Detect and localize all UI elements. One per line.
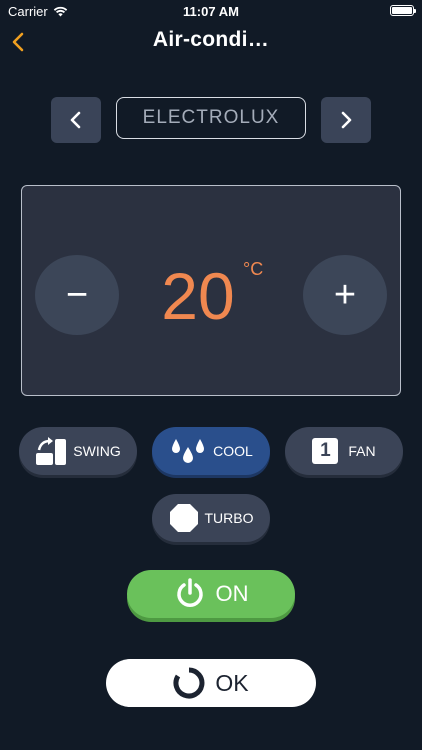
- swing-icon: [36, 437, 67, 465]
- fan-mode-button[interactable]: 1 FAN: [285, 427, 403, 475]
- temperature-unit: °C: [243, 259, 264, 279]
- turbo-mode-button[interactable]: TURBO: [152, 494, 270, 542]
- brand-prev-button[interactable]: [51, 97, 101, 143]
- status-time: 11:07 AM: [183, 4, 239, 19]
- water-drops-icon: [172, 439, 205, 463]
- temperature-panel: − 20 °C +: [21, 185, 401, 396]
- brand-next-button[interactable]: [321, 97, 371, 143]
- chevron-left-icon: [70, 111, 81, 129]
- ok-button[interactable]: OK: [106, 659, 316, 707]
- fan-label: FAN: [348, 443, 376, 459]
- octagon-icon: [169, 504, 198, 532]
- brand-name-display: ELECTROLUX: [116, 97, 306, 139]
- battery-icon: [390, 5, 416, 16]
- power-label: ON: [215, 581, 249, 606]
- swing-label: SWING: [73, 443, 121, 459]
- power-button[interactable]: ON: [127, 570, 295, 618]
- power-icon: [176, 578, 203, 607]
- fan-speed-icon: 1: [312, 438, 339, 464]
- status-bar: Carrier 11:07 AM: [0, 0, 422, 22]
- ring-icon: [173, 667, 205, 699]
- cool-label: COOL: [213, 443, 253, 459]
- turbo-label: TURBO: [204, 510, 254, 526]
- ok-label: OK: [215, 669, 249, 696]
- temperature-decrease-button[interactable]: −: [35, 255, 119, 335]
- temperature-increase-button[interactable]: +: [303, 255, 387, 335]
- temperature-value: 20: [161, 259, 235, 333]
- cool-mode-button[interactable]: COOL: [152, 427, 270, 475]
- page-title: Air-condi…: [152, 28, 270, 51]
- chevron-right-icon: [341, 111, 352, 129]
- swing-mode-button[interactable]: SWING: [19, 427, 137, 475]
